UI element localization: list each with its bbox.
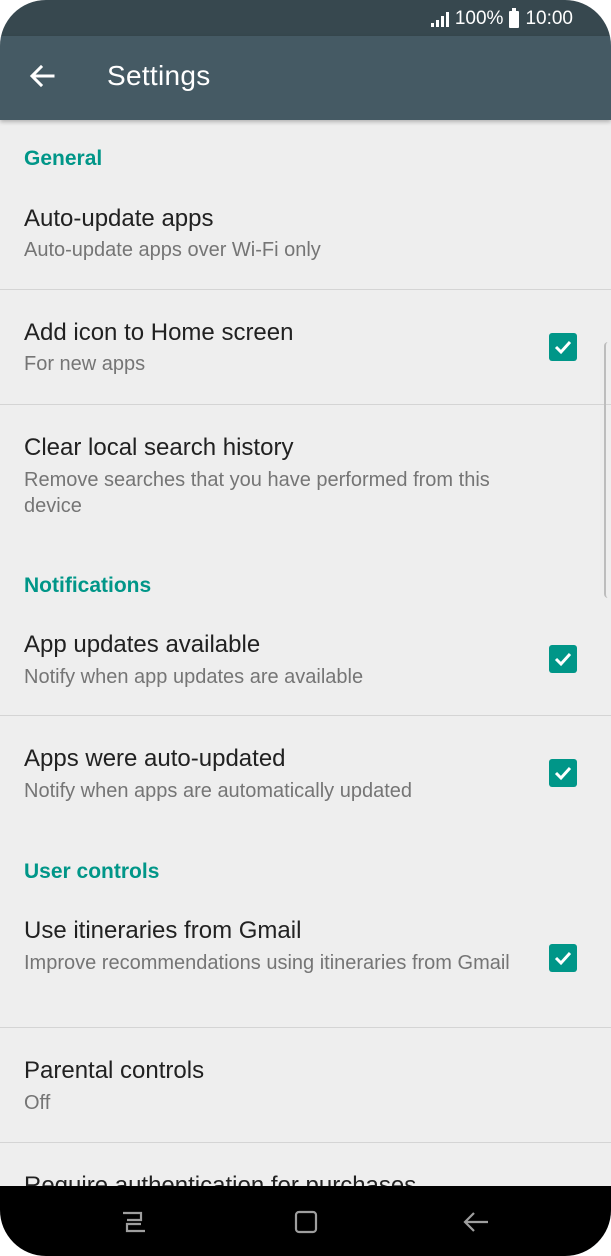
pref-use-itineraries-gmail[interactable]: Use itineraries from Gmail Improve recom…: [0, 902, 611, 1027]
pref-add-icon-home-screen[interactable]: Add icon to Home screen For new apps: [0, 290, 611, 404]
check-icon: [554, 340, 572, 355]
pref-summary: Notify when app updates are available: [24, 666, 364, 688]
pref-summary: Auto-update apps over Wi-Fi only: [24, 239, 321, 261]
pref-auto-update-apps[interactable]: Auto-update apps Auto-update apps over W…: [0, 190, 611, 290]
battery-icon: [509, 7, 520, 28]
nav-back-button[interactable]: [460, 1206, 492, 1238]
pref-require-authentication[interactable]: Require authentication for purchases: [0, 1143, 611, 1186]
pref-summary: For new apps: [24, 353, 146, 375]
pref-title: Auto-update apps: [24, 205, 214, 232]
signal-icon: [430, 11, 449, 27]
pref-summary: Notify when apps are automatically updat…: [24, 780, 413, 802]
back-button[interactable]: [22, 56, 62, 96]
home-icon: [294, 1210, 318, 1234]
pref-title: Parental controls: [24, 1057, 205, 1084]
recents-icon: [123, 1211, 145, 1233]
pref-title: Require authentication for purchases: [24, 1172, 417, 1186]
pref-app-updates-available[interactable]: App updates available Notify when app up…: [0, 616, 611, 716]
page-title: Settings: [107, 60, 211, 91]
checkbox-checked[interactable]: [549, 333, 577, 361]
app-bar: Settings: [0, 36, 611, 120]
navigation-bar: [0, 1186, 611, 1256]
device-frame: 100% 10:00 Settings General Auto-update …: [0, 0, 611, 1256]
pref-summary: Improve recommendations using itinerarie…: [24, 952, 510, 974]
pref-summary: Remove searches that you have performed …: [24, 469, 490, 517]
checkbox-checked[interactable]: [549, 944, 577, 972]
section-header-notifications: Notifications: [24, 574, 152, 597]
pref-title: App updates available: [24, 631, 261, 658]
section-header-user-controls: User controls: [24, 860, 160, 883]
pref-parental-controls[interactable]: Parental controls Off: [0, 1028, 611, 1142]
checkbox-checked[interactable]: [549, 759, 577, 787]
pref-apps-auto-updated[interactable]: Apps were auto-updated Notify when apps …: [0, 716, 611, 836]
checkbox-checked[interactable]: [549, 645, 577, 673]
arrow-left-icon: [29, 64, 55, 88]
battery-percent: 100%: [454, 8, 504, 29]
check-icon: [554, 951, 572, 966]
pref-title: Add icon to Home screen: [24, 319, 294, 346]
home-button[interactable]: [290, 1206, 322, 1238]
status-indicators: 100% 10:00: [430, 7, 573, 30]
pref-clear-search-history[interactable]: Clear local search history Remove search…: [0, 405, 611, 535]
screen: 100% 10:00 Settings General Auto-update …: [0, 0, 611, 1256]
pref-title: Clear local search history: [24, 434, 294, 461]
pref-summary: Off: [24, 1092, 51, 1114]
recents-button[interactable]: [118, 1206, 150, 1238]
back-icon: [463, 1212, 488, 1232]
status-bar: 100% 10:00: [0, 0, 611, 36]
check-icon: [554, 652, 572, 667]
pref-title: Apps were auto-updated: [24, 745, 286, 772]
clock: 10:00: [525, 8, 573, 29]
settings-list: General Auto-update apps Auto-update app…: [0, 120, 611, 1186]
pref-title: Use itineraries from Gmail: [24, 917, 302, 944]
section-header-general: General: [24, 147, 103, 170]
edge-panel-handle[interactable]: [604, 342, 611, 598]
check-icon: [554, 766, 572, 781]
